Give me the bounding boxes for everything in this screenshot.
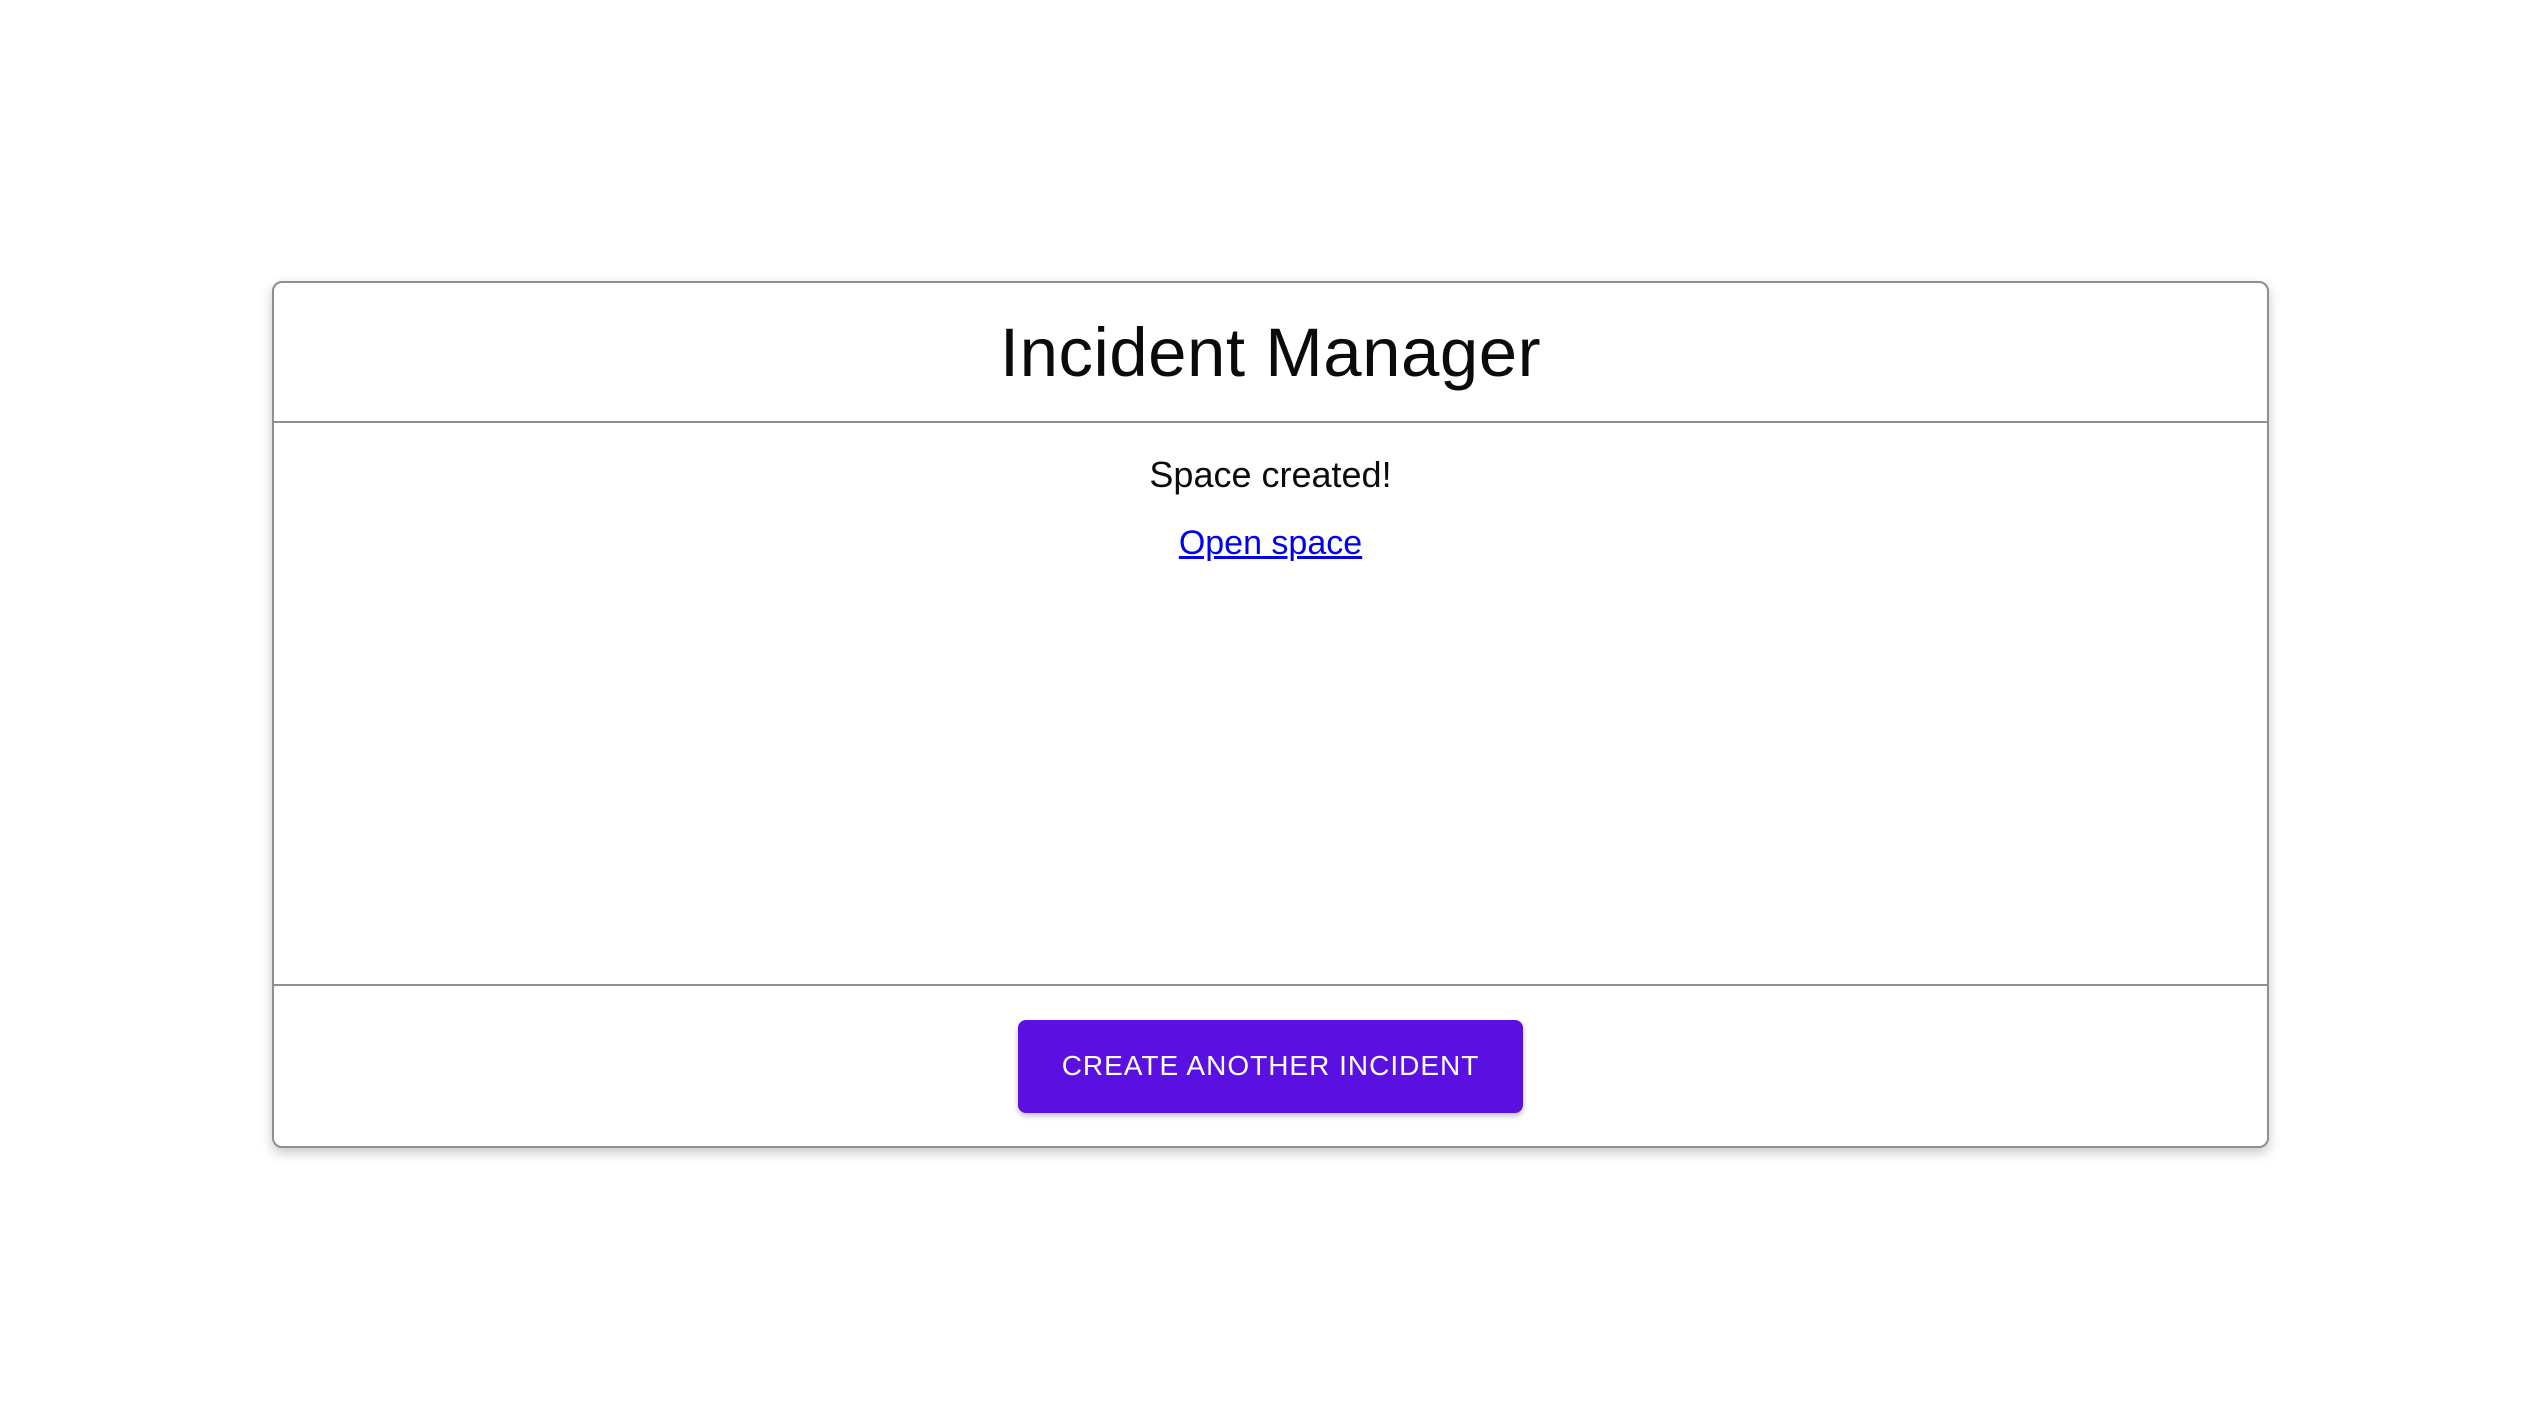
open-space-link[interactable]: Open space [1179,522,1362,564]
create-another-incident-button[interactable]: CREATE ANOTHER INCIDENT [1018,1019,1523,1113]
card-footer: CREATE ANOTHER INCIDENT [274,986,2267,1146]
page-title: Incident Manager [999,313,1542,391]
card-content: Space created! Open space [274,423,2267,984]
status-message: Space created! [1149,454,1392,495]
card-header: Incident Manager [274,283,2267,421]
incident-manager-card: Incident Manager Space created! Open spa… [272,281,2269,1148]
